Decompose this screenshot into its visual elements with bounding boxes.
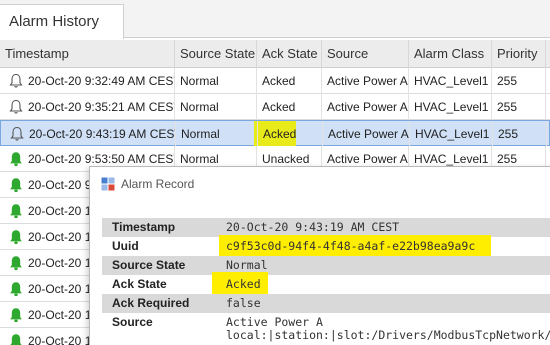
alarm-record-dialog: Alarm Record Timestamp 20-Oct-20 9:43:19…	[89, 166, 550, 345]
field-row-source-state: Source State Normal	[102, 256, 550, 275]
cell-extra: T	[546, 94, 550, 120]
field-label: Uuid	[112, 239, 139, 253]
field-label: Ack State	[112, 277, 167, 291]
cell-source: Active Power A	[323, 121, 410, 147]
cell-source-state: Normal	[176, 121, 258, 147]
column-header-alarm-class[interactable]: Alarm Class	[409, 40, 492, 68]
cell-ack-state: Acked	[257, 94, 322, 120]
cell-alarm-class: HVAC_Level1	[409, 94, 492, 120]
column-header-priority[interactable]: Priority	[492, 40, 546, 68]
field-value: Acked	[226, 277, 261, 291]
alarm-record-icon	[101, 177, 115, 191]
column-header-source[interactable]: Source	[322, 40, 409, 68]
field-value: Active Power A	[226, 315, 323, 329]
cell-timestamp: 20-Oct-20 9:43:19 AM CEST	[1, 121, 176, 147]
column-header-source-state[interactable]: Source State	[175, 40, 257, 68]
cell-source-state: Normal	[175, 68, 257, 94]
cell-timestamp: 20-Oct-20 9:32:49 AM CEST	[0, 68, 175, 94]
column-header-timestamp[interactable]: Timestamp	[0, 40, 175, 68]
cell-source: Active Power A	[322, 68, 409, 94]
tab-alarm-history[interactable]: Alarm History	[0, 4, 124, 39]
cell-extra: T	[546, 68, 550, 94]
cell-source: Active Power A	[322, 94, 409, 120]
cell-priority: 255	[492, 68, 546, 94]
cell-alarm-class: HVAC_Level1	[410, 121, 493, 147]
field-label: Source	[112, 315, 153, 329]
field-row-uuid: Uuid c9f53c0d-94f4-4f48-a4af-e22b98ea9a9…	[102, 235, 550, 257]
table-row[interactable]: 20-Oct-20 9:32:49 AM CEST Normal Acked A…	[0, 68, 550, 94]
field-row-ack-state: Ack State Acked	[102, 272, 550, 296]
cell-priority: 255	[493, 121, 547, 147]
field-value-path: local:|station:|slot:/Drivers/ModbusTcpN…	[226, 328, 550, 342]
field-row-source: Source Active Power A local:|station:|sl…	[102, 313, 550, 345]
tab-alarm-history-label: Alarm History	[9, 13, 100, 30]
cell-ack-state: Acked	[257, 68, 322, 94]
cell-priority: 255	[492, 94, 546, 120]
cell-alarm-class: HVAC_Level1	[409, 68, 492, 94]
field-value: false	[226, 296, 261, 310]
field-value: c9f53c0d-94f4-4f48-a4af-e22b98ea9a9c	[226, 239, 476, 253]
field-row-ack-required: Ack Required false	[102, 294, 550, 313]
table-row[interactable]: 20-Oct-20 9:35:21 AM CEST Normal Acked A…	[0, 94, 550, 120]
field-value: Normal	[226, 258, 268, 272]
cell-source-state: Normal	[175, 94, 257, 120]
dialog-title-bar[interactable]: Alarm Record	[90, 167, 550, 201]
cell-timestamp: 20-Oct-20 9:35:21 AM CEST	[0, 94, 175, 120]
field-label: Timestamp	[112, 220, 176, 234]
table-row-selected[interactable]: 20-Oct-20 9:43:19 AM CEST Normal Acked A…	[0, 120, 550, 147]
field-label: Source State	[112, 258, 186, 272]
cell-ack-state: Acked	[258, 121, 323, 147]
dialog-title: Alarm Record	[121, 177, 195, 191]
field-label: Ack Required	[112, 296, 190, 310]
field-value: 20-Oct-20 9:43:19 AM CEST	[226, 220, 400, 234]
column-header-ack-state[interactable]: Ack State	[257, 40, 322, 68]
tab-strip: Alarm History	[0, 0, 550, 39]
column-header-extra[interactable]: T	[546, 40, 550, 68]
table-header: Timestamp Source State Ack State Source …	[0, 40, 550, 68]
